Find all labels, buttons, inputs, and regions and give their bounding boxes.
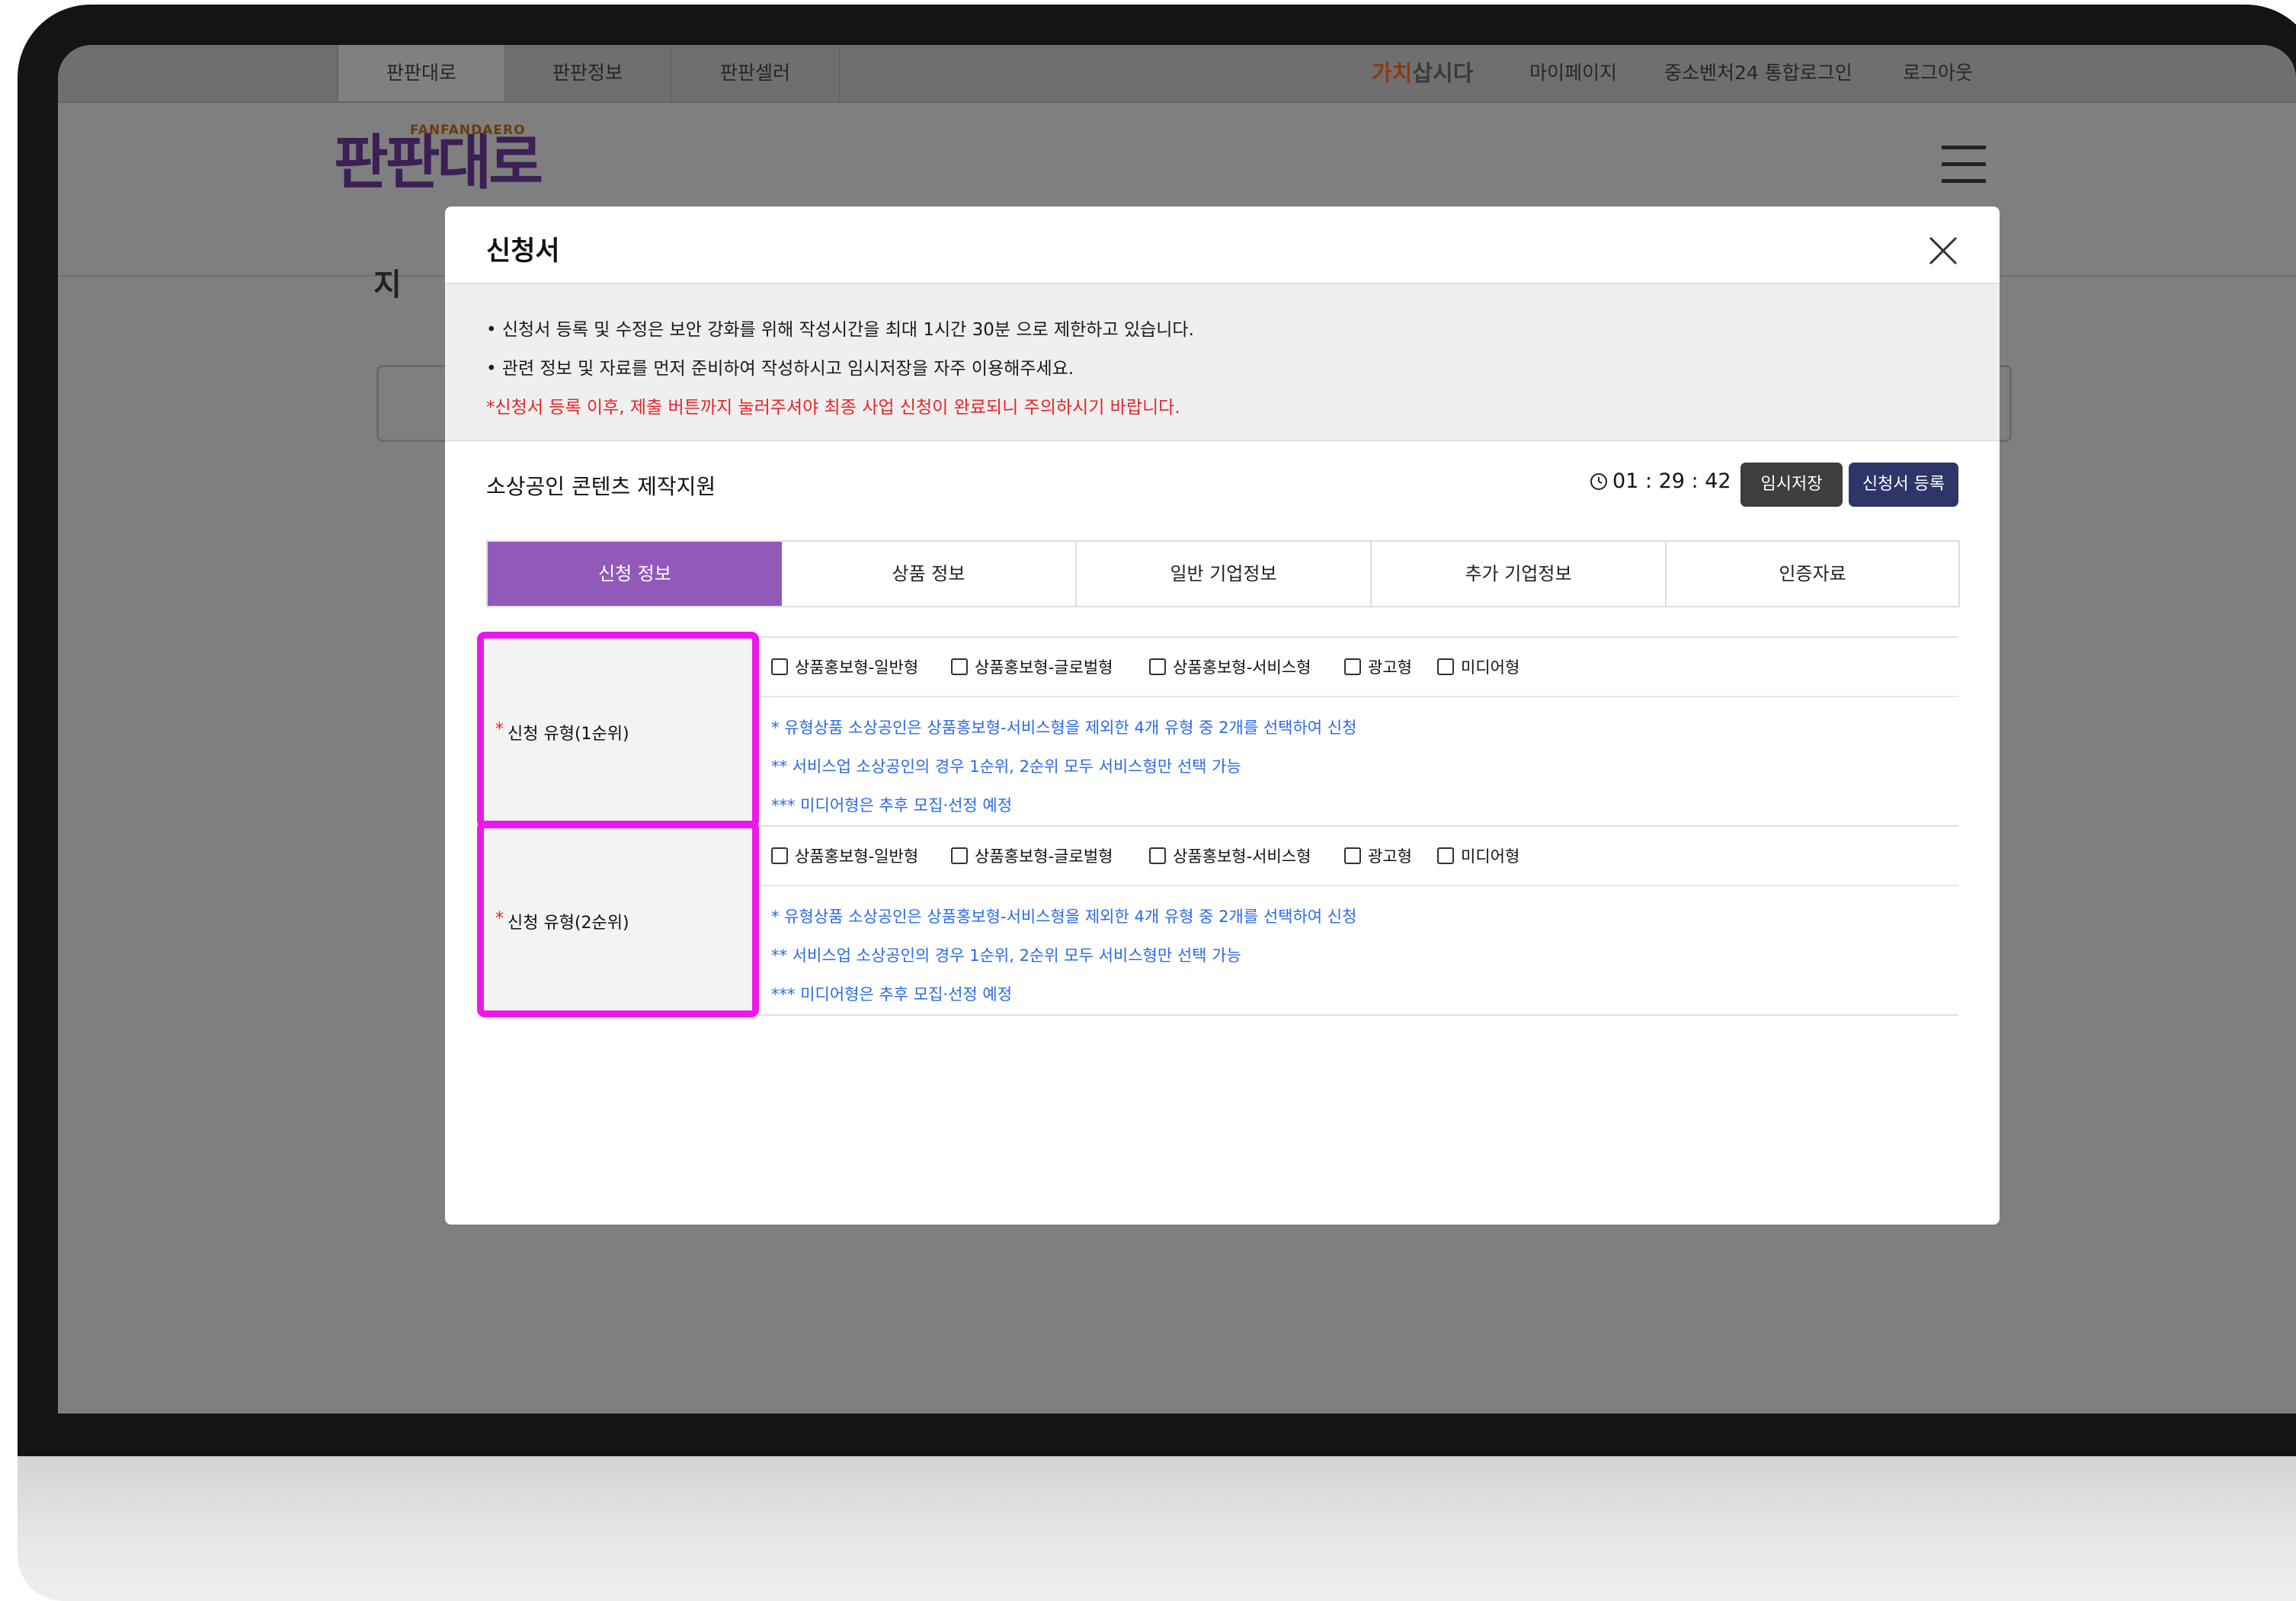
page-heading-fragment: 지 xyxy=(373,267,402,303)
option-group: 상품홍보형-일반형 상품홍보형-글로벌형 상품홍보형-서비스형 광고형 미디어형 xyxy=(754,827,1958,886)
checkbox[interactable] xyxy=(1149,847,1166,864)
guide-note: ** 서비스업 소상공인의 경우 1순위, 2순위 모두 서비스형만 선택 가능 xyxy=(771,757,1241,776)
highlight-box xyxy=(477,821,759,1017)
option-service[interactable]: 상품홍보형-서비스형 xyxy=(1149,638,1311,696)
program-title: 소상공인 콘텐츠 제작지원 xyxy=(486,474,716,499)
integrated-login-link[interactable]: 중소벤처24 통합로그인 xyxy=(1664,45,1852,101)
notice-box: • 신청서 등록 및 수정은 보안 강화를 위해 작성시간을 최대 1시간 30… xyxy=(445,284,2000,441)
checkbox[interactable] xyxy=(1149,658,1166,675)
notice-line: • 신청서 등록 및 수정은 보안 강화를 위해 작성시간을 최대 1시간 30… xyxy=(486,320,1194,340)
tab-general-company-info[interactable]: 일반 기업정보 xyxy=(1077,542,1372,606)
tab-application-info[interactable]: 신청 정보 xyxy=(488,542,782,606)
modal-title: 신청서 xyxy=(486,236,560,267)
modal-header: 신청서 xyxy=(445,207,2000,284)
site-logo-subtext: FANFANDAERO xyxy=(410,123,526,138)
option-media[interactable]: 미디어형 xyxy=(1437,638,1519,696)
option-advertising[interactable]: 광고형 xyxy=(1344,827,1412,885)
checkbox[interactable] xyxy=(951,658,968,675)
site-tab-info[interactable]: 판판정보 xyxy=(504,45,672,101)
guide-note: * 유형상품 소상공인은 상품홍보형-서비스형을 제외한 4개 유형 중 2개를… xyxy=(771,908,1357,926)
register-application-button[interactable]: 신청서 등록 xyxy=(1849,463,1958,507)
monitor-chin xyxy=(18,1456,2296,1601)
tab-additional-company-info[interactable]: 추가 기업정보 xyxy=(1372,542,1667,606)
option-service[interactable]: 상품홍보형-서비스형 xyxy=(1149,827,1311,885)
option-advertising[interactable]: 광고형 xyxy=(1344,638,1412,696)
menu-icon[interactable] xyxy=(1942,146,1986,196)
checkbox[interactable] xyxy=(1344,847,1361,864)
temp-save-button[interactable]: 임시저장 xyxy=(1740,463,1843,507)
session-timer: 01 : 29 : 42 xyxy=(1612,469,1731,493)
guide-note: *** 미디어형은 추후 모집·선정 예정 xyxy=(771,985,1013,1004)
notice-line: • 관련 정보 및 자료를 먼저 준비하여 작성하시고 임시저장을 자주 이용해… xyxy=(486,359,1074,379)
brand-link-gachi[interactable]: 가치삽시다 xyxy=(1372,45,1473,101)
guide-note: * 유형상품 소상공인은 상품홍보형-서비스형을 제외한 4개 유형 중 2개를… xyxy=(771,719,1357,737)
site-top-bar: 판판대로 판판정보 판판셀러 가치삽시다 마이페이지 중소벤처24 통합로그인 … xyxy=(58,45,2296,103)
option-group: 상품홍보형-일반형 상품홍보형-글로벌형 상품홍보형-서비스형 광고형 미디어형 xyxy=(754,638,1958,697)
site-tab-fanfandaero[interactable]: 판판대로 xyxy=(337,45,506,101)
option-media[interactable]: 미디어형 xyxy=(1437,827,1519,885)
site-tab-seller[interactable]: 판판셀러 xyxy=(672,45,840,101)
highlight-box xyxy=(477,632,759,828)
option-general[interactable]: 상품홍보형-일반형 xyxy=(771,827,918,885)
checkbox[interactable] xyxy=(1437,847,1454,864)
brand-text-b: 삽시다 xyxy=(1412,60,1474,86)
checkbox[interactable] xyxy=(1344,658,1361,675)
form-tabs: 신청 정보 상품 정보 일반 기업정보 추가 기업정보 인증자료 xyxy=(486,540,1960,607)
clock-icon xyxy=(1590,472,1608,491)
option-global[interactable]: 상품홍보형-글로벌형 xyxy=(951,827,1113,885)
warning-notice: *신청서 등록 이후, 제출 버튼까지 눌러주셔야 최종 사업 신청이 완료되니… xyxy=(486,398,1180,418)
application-modal: 신청서 • 신청서 등록 및 수정은 보안 강화를 위해 작성시간을 최대 1시… xyxy=(445,207,2000,1225)
tab-product-info[interactable]: 상품 정보 xyxy=(782,542,1077,606)
checkbox[interactable] xyxy=(951,847,968,864)
checkbox[interactable] xyxy=(771,658,788,675)
option-global[interactable]: 상품홍보형-글로벌형 xyxy=(951,638,1113,696)
close-icon[interactable] xyxy=(1928,235,1958,266)
brand-text-a: 가치 xyxy=(1372,60,1413,86)
tab-certification[interactable]: 인증자료 xyxy=(1667,542,1958,606)
mypage-link[interactable]: 마이페이지 xyxy=(1529,45,1617,101)
logout-link[interactable]: 로그아웃 xyxy=(1903,45,1973,101)
screen: 판판대로 판판정보 판판셀러 가치삽시다 마이페이지 중소벤처24 통합로그인 … xyxy=(58,45,2296,1414)
guide-note: ** 서비스업 소상공인의 경우 1순위, 2순위 모두 서비스형만 선택 가능 xyxy=(771,946,1241,965)
checkbox[interactable] xyxy=(771,847,788,864)
option-general[interactable]: 상품홍보형-일반형 xyxy=(771,638,918,696)
guide-note: *** 미디어형은 추후 모집·선정 예정 xyxy=(771,796,1013,815)
checkbox[interactable] xyxy=(1437,658,1454,675)
